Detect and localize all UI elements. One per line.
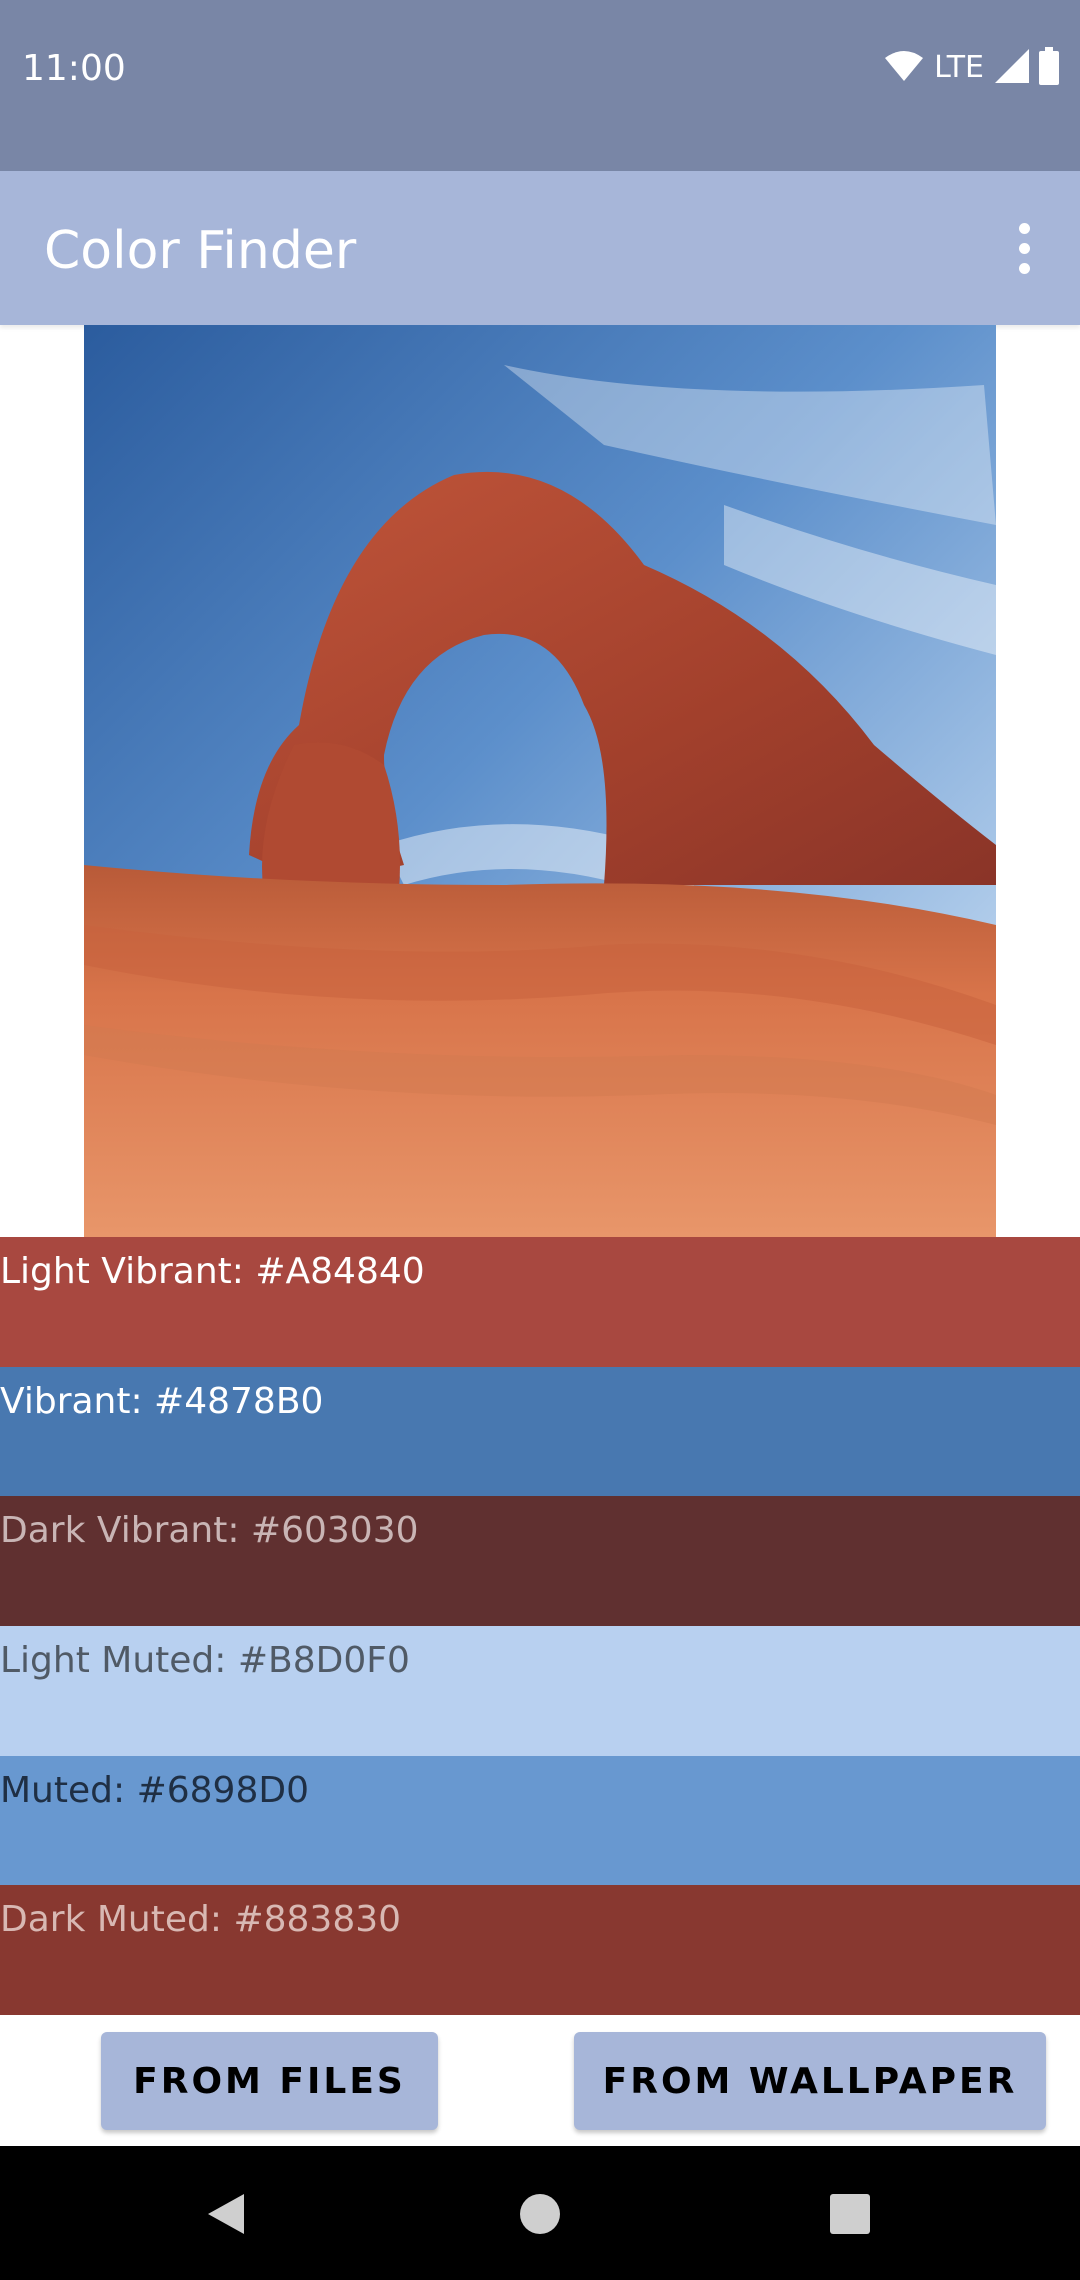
recents-icon[interactable] [818, 2182, 882, 2246]
menu-dot [1018, 262, 1030, 274]
status-icons: LTE [884, 46, 1060, 90]
status-time: 11:00 [22, 48, 126, 89]
signal-icon [994, 48, 1030, 88]
swatch-muted: Muted: #6898D0 [0, 1756, 1080, 1886]
status-bar: 11:00 LTE [0, 0, 1080, 171]
swatch-dark-vibrant: Dark Vibrant: #603030 [0, 1496, 1080, 1626]
swatch-label: Light Muted: #B8D0F0 [0, 1640, 410, 1681]
swatch-label: Dark Vibrant: #603030 [0, 1510, 419, 1551]
menu-dot [1018, 222, 1030, 234]
swatch-light-vibrant: Light Vibrant: #A84840 [0, 1237, 1080, 1367]
navigation-bar [0, 2146, 1080, 2280]
swatch-vibrant: Vibrant: #4878B0 [0, 1367, 1080, 1497]
swatch-light-muted: Light Muted: #B8D0F0 [0, 1626, 1080, 1756]
swatch-dark-muted: Dark Muted: #883830 [0, 1885, 1080, 2015]
wifi-icon [884, 50, 924, 86]
network-type-label: LTE [934, 50, 984, 85]
from-wallpaper-button[interactable]: FROM WALLPAPER [574, 2032, 1046, 2130]
from-files-button[interactable]: FROM FILES [101, 2032, 438, 2130]
app-bar: Color Finder [0, 171, 1080, 325]
menu-dot [1018, 242, 1030, 254]
battery-icon [1038, 47, 1060, 89]
back-icon[interactable] [194, 2182, 258, 2246]
swatch-label: Vibrant: #4878B0 [0, 1381, 324, 1422]
more-vert-icon[interactable] [994, 215, 1054, 281]
selected-photo [84, 325, 996, 1237]
swatch-label: Muted: #6898D0 [0, 1770, 309, 1811]
swatch-label: Dark Muted: #883830 [0, 1899, 402, 1940]
swatch-label: Light Vibrant: #A84840 [0, 1251, 425, 1292]
app-title: Color Finder [44, 221, 357, 281]
home-icon[interactable] [508, 2182, 572, 2246]
